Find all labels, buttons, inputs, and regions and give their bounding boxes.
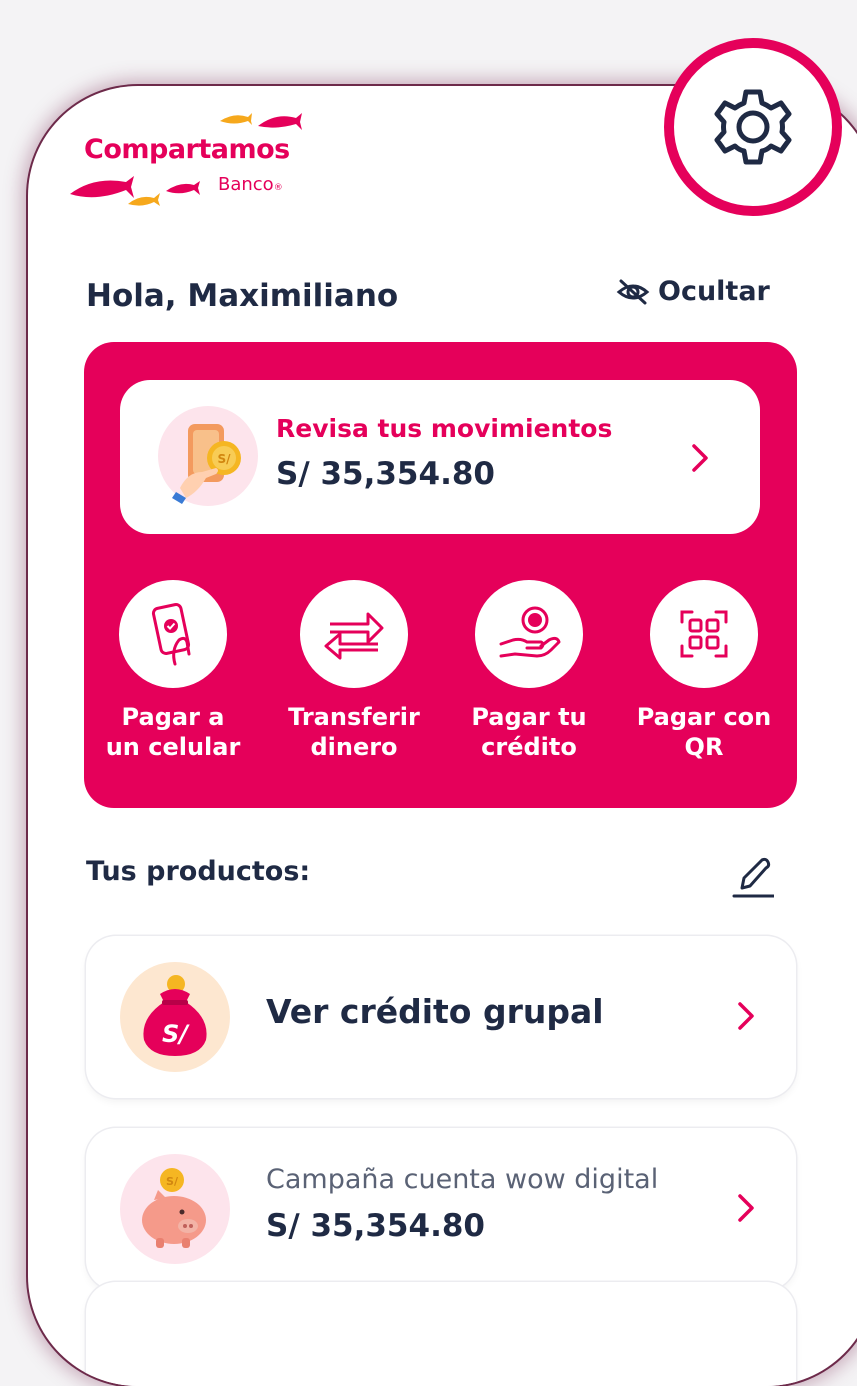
- pay-phone-action[interactable]: Pagar a un celular: [93, 580, 253, 762]
- pencil-icon[interactable]: [728, 854, 774, 900]
- piggy-bank-icon: S/: [142, 1168, 206, 1248]
- phone-check-icon: [151, 603, 191, 666]
- fish-icon: [258, 113, 302, 130]
- movements-card[interactable]: S/ Revisa tus movimientos S/ 35,354.80: [120, 380, 760, 534]
- chevron-right-icon: [738, 1194, 754, 1222]
- phone-coin-illustration: S/: [158, 406, 258, 506]
- quick-actions-card: S/ Revisa tus movimientos S/ 35,354.80 P…: [84, 342, 797, 808]
- brand-sub: Banco®: [218, 174, 283, 195]
- wow-account-name: Campaña cuenta wow digital: [266, 1164, 659, 1195]
- pay-qr-label: Pagar con QR: [636, 703, 772, 761]
- movements-title: Revisa tus movimientos: [276, 414, 613, 443]
- qr-icon: [680, 610, 728, 658]
- pay-credit-circle: [475, 580, 583, 688]
- pay-phone-label: Pagar a un celular: [105, 703, 241, 761]
- quick-actions: Pagar a un celular Transferir dinero Pag…: [84, 580, 797, 780]
- money-bag-illustration: S/: [120, 962, 230, 1072]
- group-credit-label: Ver crédito grupal: [266, 992, 604, 1031]
- hide-balance-toggle[interactable]: Ocultar: [616, 276, 770, 307]
- settings-button[interactable]: [664, 38, 842, 216]
- pay-qr-circle: [650, 580, 758, 688]
- movements-amount: S/ 35,354.80: [276, 456, 495, 492]
- group-credit-card[interactable]: S/ Ver crédito grupal: [86, 936, 796, 1098]
- fish-icon: [166, 181, 200, 195]
- chevron-right-icon: [738, 1002, 754, 1030]
- piggy-bank-illustration: S/: [120, 1154, 230, 1264]
- svg-text:S/: S/: [162, 1020, 190, 1048]
- pay-credit-action[interactable]: Pagar tu crédito: [449, 580, 609, 762]
- money-bag-icon: S/: [143, 975, 207, 1056]
- pay-credit-label: Pagar tu crédito: [471, 703, 587, 761]
- next-product-card[interactable]: [86, 1282, 796, 1386]
- transfer-circle: [300, 580, 408, 688]
- wow-account-card[interactable]: S/ Campaña cuenta wow digital S/ 35,354.…: [86, 1128, 796, 1290]
- chevron-right-icon: [692, 444, 708, 472]
- fish-icon: [128, 193, 160, 206]
- greeting: Hola, Maximiliano: [86, 278, 399, 314]
- fish-icon: [70, 176, 134, 198]
- wow-account-amount: S/ 35,354.80: [266, 1208, 485, 1244]
- svg-text:S/: S/: [217, 452, 231, 466]
- transfer-action[interactable]: Transferir dinero: [274, 580, 434, 762]
- eye-slash-icon: [616, 279, 650, 304]
- transfer-label: Transferir dinero: [288, 703, 420, 761]
- transfer-arrows-icon: [324, 612, 384, 660]
- hide-label: Ocultar: [658, 276, 770, 307]
- svg-text:S/: S/: [166, 1175, 179, 1188]
- brand-name: Compartamos: [84, 134, 290, 165]
- app-screen: Compartamos Banco® Hola, Maximiliano Ocu…: [28, 86, 857, 1386]
- phone-hand-icon: S/: [172, 424, 241, 504]
- products-title: Tus productos:: [86, 856, 311, 887]
- pay-phone-circle: [119, 580, 227, 688]
- compartamos-logo: Compartamos Banco®: [68, 112, 302, 212]
- fish-icon: [220, 113, 252, 125]
- pay-qr-action[interactable]: Pagar con QR: [624, 580, 784, 762]
- gear-icon: [714, 89, 792, 165]
- hand-coin-icon: [499, 606, 561, 658]
